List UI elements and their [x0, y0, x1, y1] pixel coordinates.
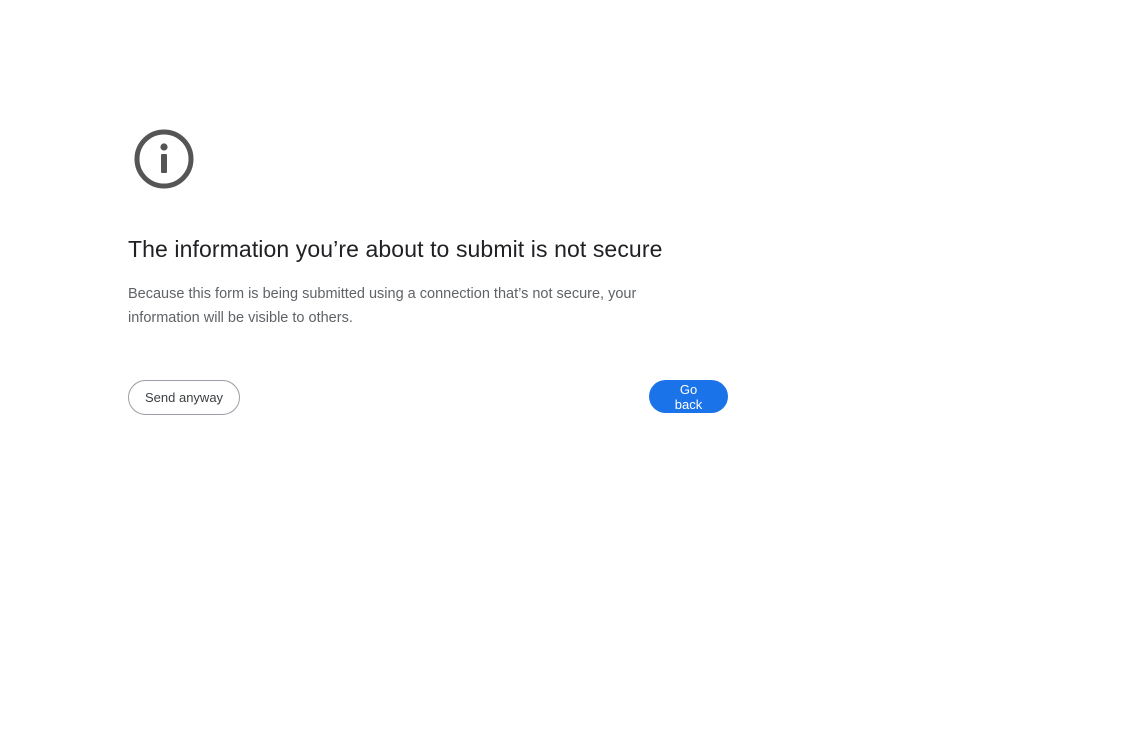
go-back-button[interactable]: Go back: [649, 380, 728, 413]
page-title: The information you’re about to submit i…: [128, 236, 663, 262]
insecure-form-warning-page: The information you’re about to submit i…: [0, 0, 1125, 738]
info-circle-icon: [134, 129, 194, 189]
warning-description: Because this form is being submitted usi…: [128, 286, 637, 326]
send-anyway-button[interactable]: Send anyway: [128, 380, 241, 415]
